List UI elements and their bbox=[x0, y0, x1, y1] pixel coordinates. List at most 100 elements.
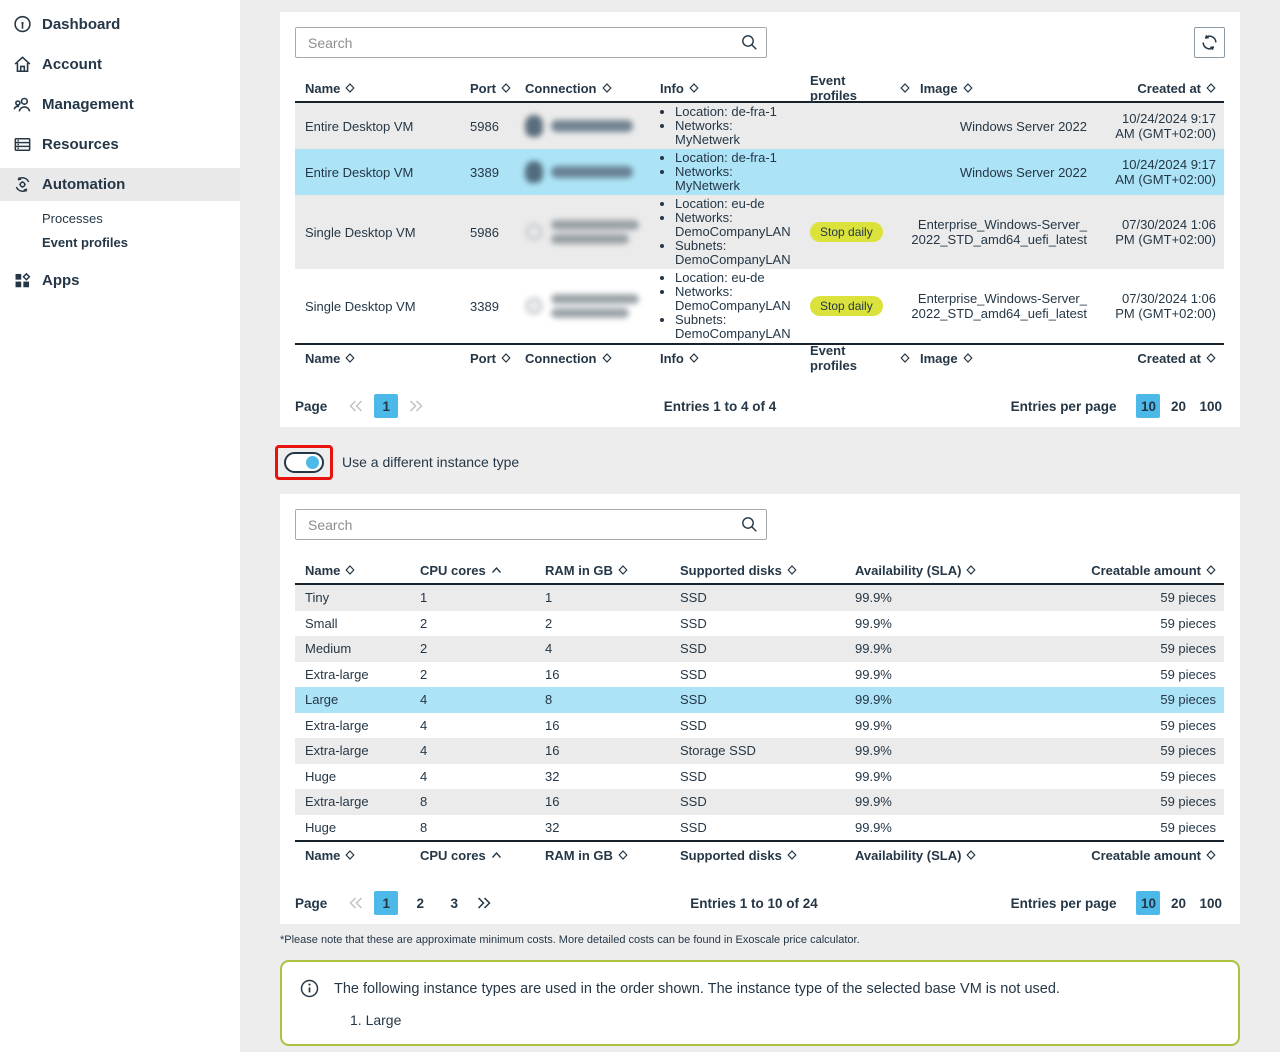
column-header-supported-disks[interactable]: Supported disks bbox=[670, 563, 845, 578]
per-page-option[interactable]: 20 bbox=[1166, 891, 1190, 915]
server-icon bbox=[11, 135, 33, 155]
instance-table-row[interactable]: Tiny11SSD99.9%59 pieces bbox=[295, 585, 1224, 611]
pagination-next-button[interactable] bbox=[476, 896, 492, 910]
sidebar-item-apps[interactable]: Apps bbox=[0, 264, 240, 297]
column-header-cpu-cores[interactable]: CPU cores bbox=[410, 848, 535, 863]
column-header-event-profiles[interactable]: Event profiles bbox=[800, 73, 910, 103]
instance-disks-cell: SSD bbox=[670, 820, 845, 835]
instance-table-row[interactable]: Small22SSD99.9%59 pieces bbox=[295, 611, 1224, 637]
instance-table-row[interactable]: Extra-large216SSD99.9%59 pieces bbox=[295, 662, 1224, 688]
instance-amount-cell: 59 pieces bbox=[1040, 667, 1224, 682]
sort-icon bbox=[963, 83, 973, 93]
cloud-icon-redacted bbox=[525, 223, 543, 241]
column-header-created-at[interactable]: Created at bbox=[1095, 351, 1224, 366]
vm-image-cell: Windows Server 2022 bbox=[910, 165, 1095, 180]
main-content: NamePortConnectionInfoEvent profilesImag… bbox=[240, 0, 1280, 1052]
vm-table-pagination: Page1Entries 1 to 4 of 4Entries per page… bbox=[295, 391, 1225, 421]
column-header-connection[interactable]: Connection bbox=[515, 351, 650, 366]
column-label: CPU cores bbox=[420, 563, 486, 578]
column-header-cpu-cores[interactable]: CPU cores bbox=[410, 563, 535, 578]
instance-table-row[interactable]: Extra-large416Storage SSD99.9%59 pieces bbox=[295, 738, 1224, 764]
sidebar-subitem-event-profiles[interactable]: Event profiles bbox=[0, 230, 240, 254]
info-item: Location: eu-de bbox=[675, 271, 800, 285]
instance-sla-cell: 99.9% bbox=[845, 667, 1040, 682]
page-number-button[interactable]: 2 bbox=[408, 891, 432, 915]
instance-table-row[interactable]: Huge432SSD99.9%59 pieces bbox=[295, 764, 1224, 790]
column-header-name[interactable]: Name bbox=[295, 81, 460, 96]
instance-table-row[interactable]: Huge832SSD99.9%59 pieces bbox=[295, 815, 1224, 841]
vm-table-row[interactable]: Entire Desktop VM3389Location: de-fra-1N… bbox=[295, 149, 1224, 195]
column-header-connection[interactable]: Connection bbox=[515, 81, 650, 96]
column-header-port[interactable]: Port bbox=[460, 81, 515, 96]
vm-table-row[interactable]: Entire Desktop VM5986Location: de-fra-1N… bbox=[295, 103, 1224, 149]
column-header-supported-disks[interactable]: Supported disks bbox=[670, 848, 845, 863]
instance-name-cell: Small bbox=[295, 616, 410, 631]
instance-ram-cell: 4 bbox=[535, 641, 670, 656]
image-name: Enterprise_Windows-Server_2022_STD_amd64… bbox=[911, 217, 1087, 247]
per-page-option[interactable]: 100 bbox=[1196, 891, 1225, 915]
page-number-button[interactable]: 3 bbox=[442, 891, 466, 915]
page-number-button[interactable]: 1 bbox=[374, 394, 398, 418]
instance-amount-cell: 59 pieces bbox=[1040, 616, 1224, 631]
per-page-option[interactable]: 10 bbox=[1136, 891, 1160, 915]
column-header-name[interactable]: Name bbox=[295, 848, 410, 863]
sidebar-item-dashboard[interactable]: Dashboard bbox=[0, 8, 240, 41]
sidebar-subitem-processes[interactable]: Processes bbox=[0, 206, 240, 230]
column-header-ram-in-gb[interactable]: RAM in GB bbox=[535, 563, 670, 578]
instance-table: NameCPU coresRAM in GBSupported disksAva… bbox=[295, 557, 1225, 868]
column-header-event-profiles[interactable]: Event profiles bbox=[800, 343, 910, 373]
column-header-info[interactable]: Info bbox=[650, 81, 800, 96]
column-header-availability-sla[interactable]: Availability (SLA) bbox=[845, 563, 1040, 578]
instance-ram-cell: 32 bbox=[535, 769, 670, 784]
sidebar-item-resources[interactable]: Resources bbox=[0, 128, 240, 161]
column-header-name[interactable]: Name bbox=[295, 351, 460, 366]
column-header-name[interactable]: Name bbox=[295, 563, 410, 578]
sidebar-item-automation[interactable]: Automation bbox=[0, 168, 240, 201]
vm-table-row[interactable]: Single Desktop VM3389Location: eu-deNetw… bbox=[295, 269, 1224, 343]
column-header-image[interactable]: Image bbox=[910, 351, 1095, 366]
info-item: Subnets: DemoCompanyLAN bbox=[675, 313, 800, 341]
apps-icon bbox=[11, 271, 33, 291]
instance-type-toggle[interactable] bbox=[284, 452, 324, 473]
page-number-button[interactable]: 1 bbox=[374, 891, 398, 915]
per-page-option[interactable]: 20 bbox=[1166, 394, 1190, 418]
instance-ram-cell: 1 bbox=[535, 590, 670, 605]
vm-table-row[interactable]: Single Desktop VM5986Location: eu-deNetw… bbox=[295, 195, 1224, 269]
column-header-image[interactable]: Image bbox=[910, 81, 1095, 96]
instance-table-row[interactable]: Extra-large816SSD99.9%59 pieces bbox=[295, 789, 1224, 815]
sidebar-item-account[interactable]: Account bbox=[0, 48, 240, 81]
vm-search-input[interactable] bbox=[295, 27, 767, 58]
column-header-info[interactable]: Info bbox=[650, 351, 800, 366]
search-icon[interactable] bbox=[741, 34, 758, 51]
per-page-option[interactable]: 100 bbox=[1196, 394, 1225, 418]
table-footer-header-row: NamePortConnectionInfoEvent profilesImag… bbox=[295, 343, 1224, 371]
column-header-created-at[interactable]: Created at bbox=[1095, 81, 1224, 96]
created-at-value: 07/30/2024 1:06PM (GMT+02:00) bbox=[1115, 291, 1216, 321]
refresh-button[interactable] bbox=[1194, 27, 1225, 58]
instance-search-input[interactable] bbox=[295, 509, 767, 540]
sort-icon bbox=[618, 565, 628, 575]
connection-redacted bbox=[525, 294, 639, 318]
vm-port-cell: 5986 bbox=[460, 225, 515, 240]
vm-name-cell: Entire Desktop VM bbox=[295, 165, 460, 180]
column-header-creatable-amount[interactable]: Creatable amount bbox=[1040, 848, 1224, 863]
instance-table-row[interactable]: Medium24SSD99.9%59 pieces bbox=[295, 636, 1224, 662]
column-header-port[interactable]: Port bbox=[460, 351, 515, 366]
info-icon bbox=[300, 979, 319, 998]
page-label: Page bbox=[295, 896, 327, 911]
table-header-row: Name CPU cores RAM in GBSupported disksAva… bbox=[295, 557, 1224, 585]
column-label: Info bbox=[660, 81, 684, 96]
column-label: Creatable amount bbox=[1091, 563, 1201, 578]
instance-disks-cell: Storage SSD bbox=[670, 743, 845, 758]
column-header-ram-in-gb[interactable]: RAM in GB bbox=[535, 848, 670, 863]
column-header-availability-sla[interactable]: Availability (SLA) bbox=[845, 848, 1040, 863]
column-header-creatable-amount[interactable]: Creatable amount bbox=[1040, 563, 1224, 578]
instance-table-row[interactable]: Extra-large416SSD99.9%59 pieces bbox=[295, 713, 1224, 739]
vm-connection-cell bbox=[515, 161, 650, 183]
instance-table-row[interactable]: Large48SSD99.9%59 pieces bbox=[295, 687, 1224, 713]
search-icon[interactable] bbox=[741, 516, 758, 533]
sidebar-item-management[interactable]: Management bbox=[0, 88, 240, 121]
sort-ascending-icon bbox=[491, 851, 502, 859]
per-page-option[interactable]: 10 bbox=[1136, 394, 1160, 418]
instance-amount-cell: 59 pieces bbox=[1040, 692, 1224, 707]
